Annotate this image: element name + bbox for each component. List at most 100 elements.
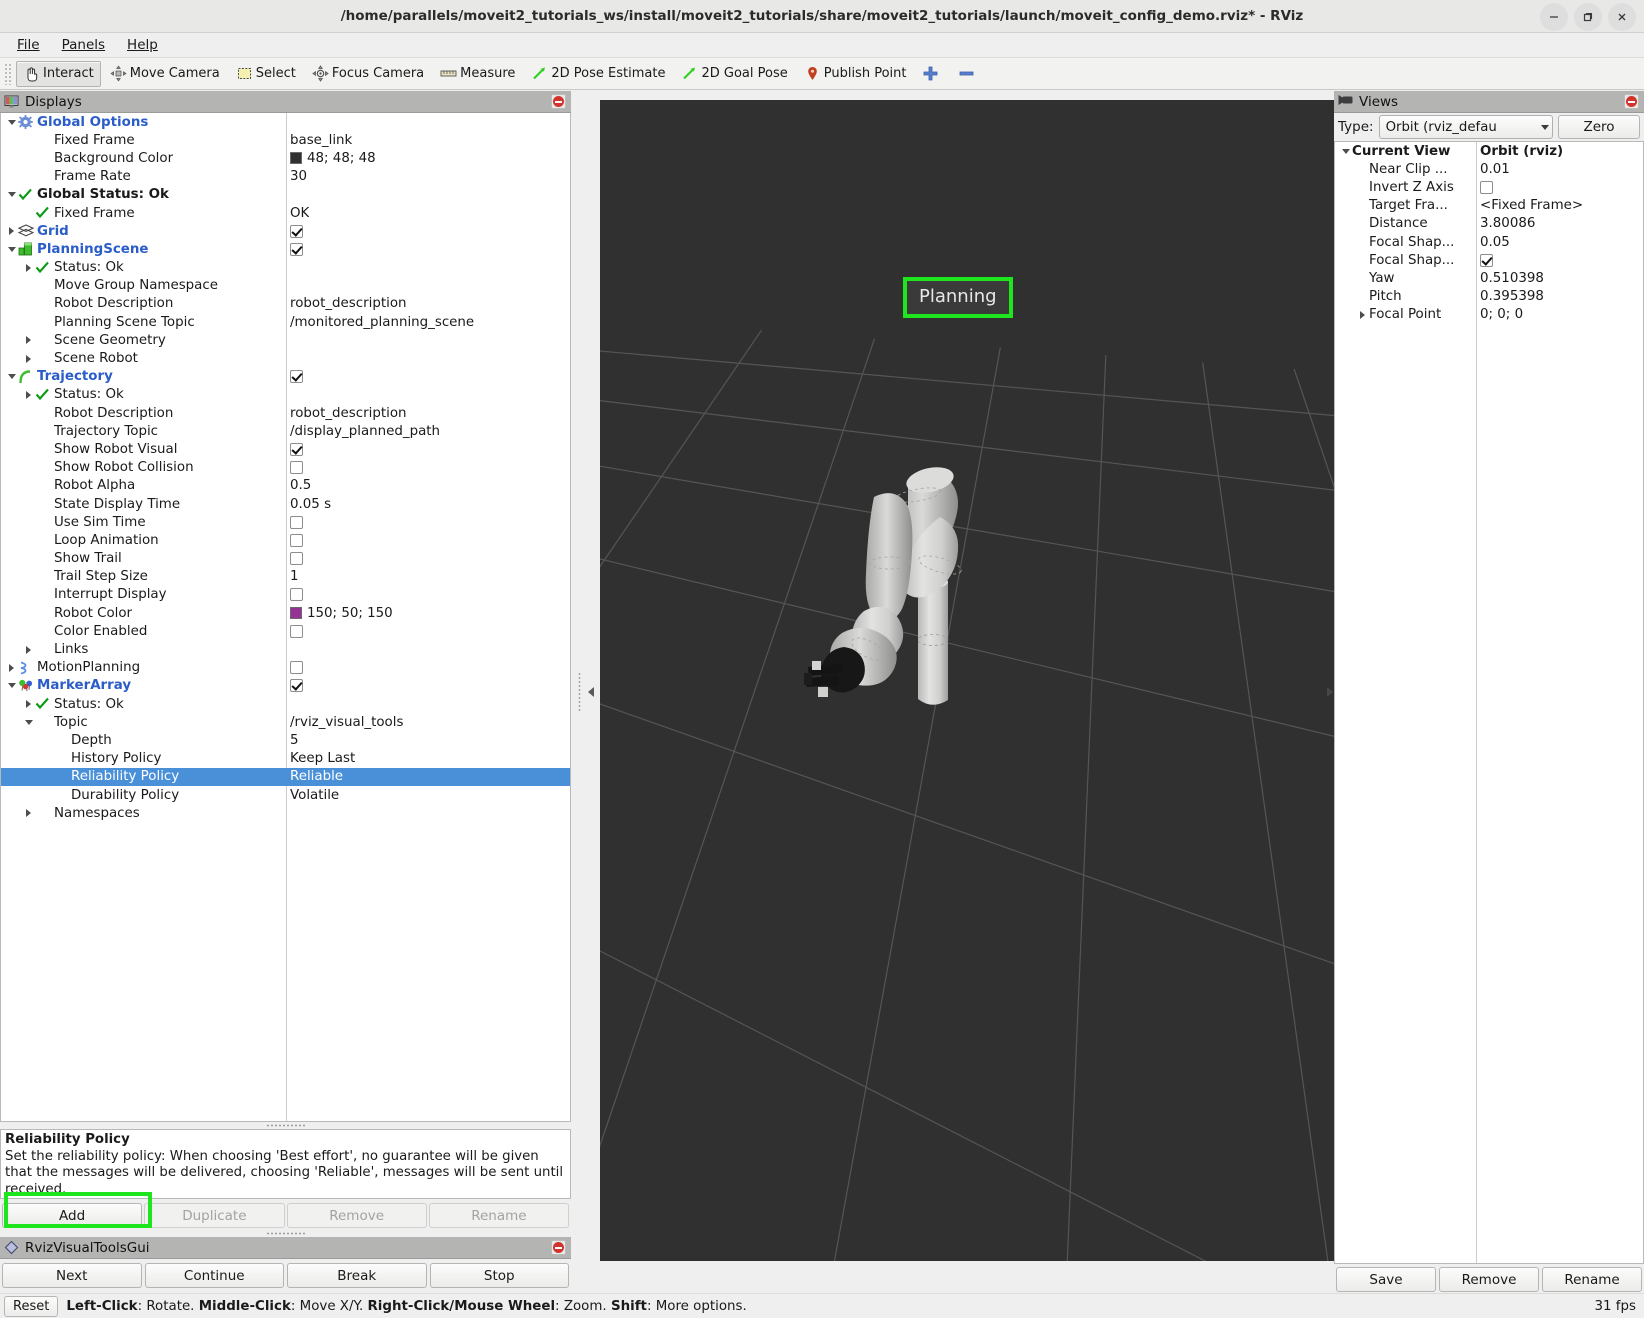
table-row[interactable]: Trail Step Size 1 [1,568,570,586]
left-splitter[interactable] [571,91,600,1293]
expander-down-icon[interactable] [22,720,35,725]
tool-remove-minus[interactable] [951,61,985,87]
view-type-select[interactable]: Orbit (rviz_defau [1378,115,1553,139]
table-row[interactable]: Durability Policy Volatile [1,786,570,804]
menu-panels[interactable]: Panels [53,35,114,55]
displays-tree[interactable]: Global Options Fixed Frame base_link Backgr… [0,113,571,1122]
break-button[interactable]: Break [287,1263,427,1288]
expander-right-icon[interactable] [22,264,35,272]
tool-2d-pose-estimate[interactable]: 2D Pose Estimate [524,61,672,87]
save-button[interactable]: Save [1336,1267,1436,1292]
zero-button[interactable]: Zero [1558,115,1640,139]
displays-rviztools-splitter[interactable] [0,1229,571,1237]
table-row[interactable]: Trajectory Topic/display_planned_path [1,422,570,440]
table-row[interactable]: PlanningScene [1,240,570,258]
tool-2d-goal-pose[interactable]: 2D Goal Pose [674,61,794,87]
expander-right-icon[interactable] [22,646,35,654]
expander-right-icon[interactable] [22,355,35,363]
table-row[interactable]: Depth 5 [1,731,570,749]
tool-add-plus[interactable] [915,61,949,87]
displays-close-button[interactable] [551,94,566,109]
table-row[interactable]: Global Options [1,113,570,131]
right-splitter[interactable] [1320,91,1334,1293]
table-row[interactable]: Trajectory [1,368,570,386]
expander-right-icon[interactable] [5,664,18,672]
table-row[interactable]: History Policy Keep Last [1,750,570,768]
tool-publish-point[interactable]: Publish Point [797,61,914,87]
expander-right-icon[interactable] [22,391,35,399]
table-row[interactable]: Topic/rviz_visual_tools [1,713,570,731]
table-row[interactable]: Status: Ok [1,386,570,404]
table-row[interactable]: Status: Ok [1,259,570,277]
table-row[interactable]: Links [1,640,570,658]
views-close-button[interactable] [1624,94,1639,109]
color-swatch[interactable] [290,607,302,620]
collapse-left-panel-icon[interactable] [588,687,594,697]
expander-right-icon[interactable] [1356,311,1369,319]
expander-down-icon[interactable] [5,192,18,197]
3d-render-viewport[interactable]: Planning [600,100,1334,1261]
views-rename-button[interactable]: Rename [1542,1267,1642,1292]
tool-measure[interactable]: Measure [433,61,522,87]
table-row[interactable]: Background Color 48; 48; 48 [1,149,570,167]
checkbox[interactable] [290,461,303,475]
table-row[interactable]: Show Robot Visual [1,440,570,458]
table-row[interactable]: Robot Description robot_description [1,404,570,422]
table-row[interactable]: Yaw 0.510398 [1335,269,1643,287]
collapse-right-panel-icon[interactable] [1327,687,1333,697]
checkbox[interactable] [290,224,303,238]
expander-right-icon[interactable] [22,700,35,708]
table-row[interactable]: Show Trail [1,550,570,568]
table-row[interactable]: Scene Robot [1,349,570,367]
expander-right-icon[interactable] [5,227,18,235]
views-remove-button[interactable]: Remove [1439,1267,1539,1292]
table-row[interactable]: Interrupt Display [1,586,570,604]
rviz-visual-tools-close-button[interactable] [551,1240,566,1255]
stop-button[interactable]: Stop [429,1263,569,1288]
table-row[interactable]: Focal Point 0; 0; 0 [1335,306,1643,324]
table-row[interactable]: MarkerArray [1,677,570,695]
tree-description-splitter[interactable] [0,1122,571,1129]
maximize-button[interactable] [1574,2,1602,31]
next-button[interactable]: Next [2,1263,142,1288]
expander-down-icon[interactable] [5,374,18,379]
continue-button[interactable]: Continue [144,1263,284,1288]
table-row[interactable]: Near Clip ... 0.01 [1335,160,1643,178]
expander-down-icon[interactable] [5,683,18,688]
reset-button[interactable]: Reset [4,1295,59,1317]
table-row[interactable]: Fixed Frame base_link [1,131,570,149]
table-row[interactable]: Fixed Frame OK [1,204,570,222]
table-row[interactable]: Namespaces [1,804,570,822]
table-row[interactable]: Planning Scene Topic/monitored_planning_… [1,313,570,331]
table-row[interactable]: Status: Ok [1,695,570,713]
table-row[interactable]: Global Status: Ok [1,186,570,204]
table-row[interactable]: Target Fra... <Fixed Frame> [1335,197,1643,215]
table-row[interactable]: Loop Animation [1,531,570,549]
table-row[interactable]: Robot Color 150; 50; 150 [1,604,570,622]
table-row[interactable]: Pitch 0.395398 [1335,288,1643,306]
views-tree[interactable]: Current View Orbit (rviz) Near Clip ... 0.0… [1334,141,1644,1264]
checkbox[interactable] [290,533,303,547]
tool-interact[interactable]: Interact [16,60,101,87]
checkbox[interactable] [290,679,303,693]
minimize-button[interactable] [1540,2,1568,31]
table-row[interactable]: Grid [1,222,570,240]
toolbar-drag-handle[interactable] [4,62,13,85]
checkbox[interactable] [290,442,303,456]
table-row[interactable]: Robot Description robot_description [1,295,570,313]
tool-move-camera[interactable]: Move Camera [103,61,227,87]
tool-focus-camera[interactable]: Focus Camera [305,61,431,87]
expander-down-icon[interactable] [5,120,18,125]
expander-down-icon[interactable] [1339,149,1352,154]
checkbox[interactable] [290,552,303,566]
table-row[interactable]: Show Robot Collision [1,459,570,477]
tool-select[interactable]: Select [229,61,303,87]
table-row[interactable]: Scene Geometry [1,331,570,349]
add-button[interactable]: Add [2,1203,143,1228]
table-row[interactable]: Focal Shap... 0.05 [1335,233,1643,251]
expander-down-icon[interactable] [5,247,18,252]
checkbox[interactable] [290,515,303,529]
table-row[interactable]: Frame Rate 30 [1,168,570,186]
checkbox[interactable] [290,242,303,256]
table-row[interactable]: Invert Z Axis [1335,178,1643,196]
